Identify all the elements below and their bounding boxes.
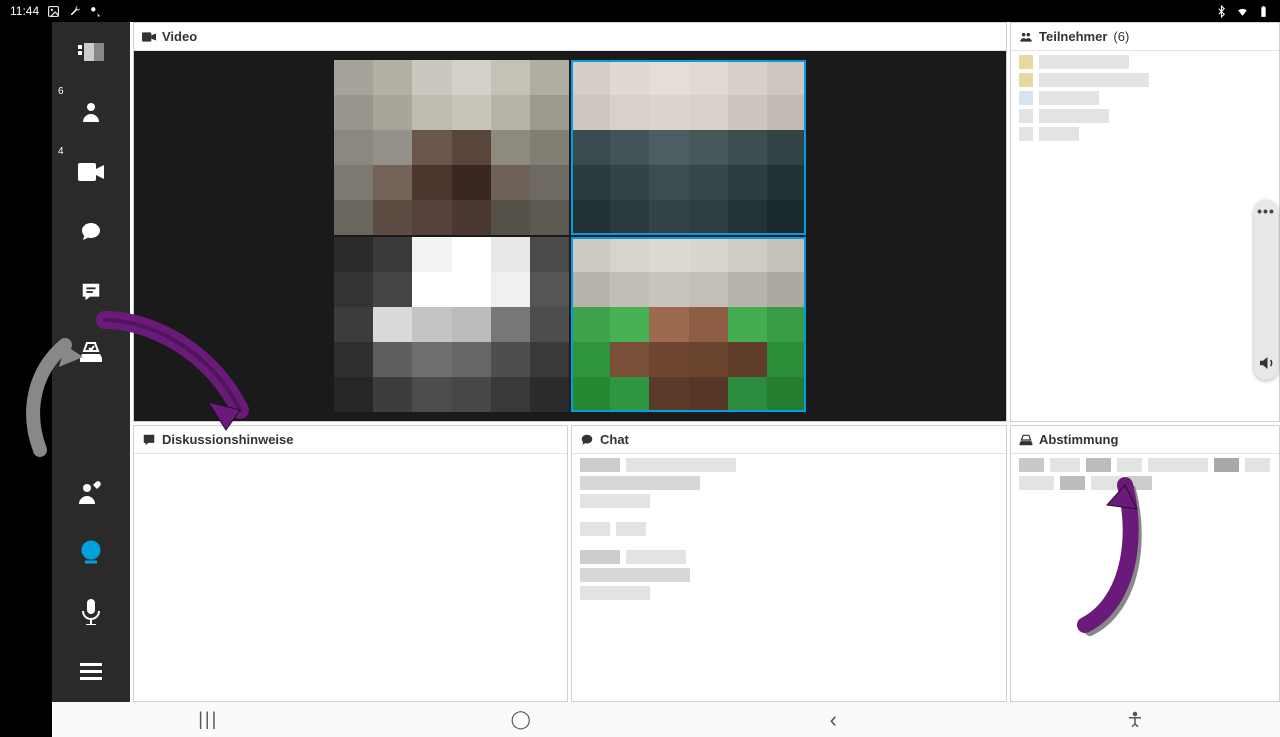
accessibility-icon[interactable] [1126,711,1144,729]
sidebar-item-camera[interactable] [52,522,130,582]
left-margin [0,22,52,737]
chat-panel-title: Chat [600,432,629,447]
video-tile[interactable] [334,60,569,235]
videos-badge: 4 [58,146,64,157]
discussion-panel: Diskussionshinweise [133,425,568,702]
chat-line [580,586,998,600]
sidebar-item-menu[interactable] [52,642,130,702]
participants-count: (6) [1113,29,1129,44]
sidebar-item-microphone[interactable] [52,582,130,642]
chat-panel: Chat [571,425,1007,702]
people-icon [1019,30,1033,44]
voting-panel-title: Abstimmung [1039,432,1118,447]
nav-recents[interactable]: ||| [188,709,228,730]
video-tile[interactable] [334,237,569,412]
video-tile[interactable] [571,60,806,235]
person-icon [79,100,103,124]
video-panel-title: Video [162,29,197,44]
android-nav-bar: ||| ◯ ‹ [52,702,1280,737]
sidebar-item-chat[interactable] [52,202,130,262]
sidebar-item-voting[interactable] [52,322,130,382]
video-grid [334,60,806,412]
notes-icon [142,433,156,447]
notes-icon [80,281,102,303]
layout-icon [78,42,104,62]
webcam-icon [78,539,104,565]
bluetooth-icon [1215,5,1228,18]
chat-line [580,476,998,490]
voting-row [1019,458,1271,472]
sidebar-item-participants[interactable]: 6 [52,82,130,142]
chat-line [580,522,998,536]
raise-hand-icon [78,480,104,504]
participants-panel-title: Teilnehmer [1039,29,1107,44]
discussion-panel-header: Diskussionshinweise [134,426,567,454]
voting-panel: Abstimmung [1010,425,1280,702]
chat-panel-header: Chat [572,426,1006,454]
participant-row[interactable] [1019,127,1271,141]
chat-bubble-icon [79,220,103,244]
participant-row[interactable] [1019,91,1271,105]
ballot-icon [79,340,103,364]
video-panel: Video [133,22,1007,422]
video-tile[interactable] [571,237,806,412]
sidebar-item-video[interactable]: 4 [52,142,130,202]
speaker-icon[interactable] [1257,354,1275,372]
sidebar: 6 4 [52,22,130,702]
discussion-panel-title: Diskussionshinweise [162,432,294,447]
more-icon[interactable]: ••• [1257,208,1275,214]
participant-row[interactable] [1019,73,1271,87]
participants-panel-header: Teilnehmer (6) [1011,23,1279,51]
participants-panel: Teilnehmer (6) [1010,22,1280,422]
video-icon [142,30,156,44]
chat-line [580,494,998,508]
microphone-icon [81,599,101,625]
participant-row[interactable] [1019,109,1271,123]
participant-row[interactable] [1019,55,1271,69]
voting-panel-header: Abstimmung [1011,426,1279,454]
sidebar-item-raise-hand[interactable] [52,462,130,522]
voting-row [1019,476,1271,490]
ballot-icon [1019,433,1033,447]
image-icon [47,5,60,18]
sidebar-item-notes[interactable] [52,262,130,322]
battery-icon [1257,5,1270,18]
video-icon [78,163,104,181]
sidebar-item-layout[interactable] [52,22,130,82]
android-status-bar: 11:44 [0,0,1280,22]
chat-icon [580,433,594,447]
chat-line [580,458,998,472]
wrench-icon [68,5,81,18]
participants-badge: 6 [58,86,64,97]
key-icon [89,5,102,18]
nav-home[interactable]: ◯ [501,709,541,730]
clock: 11:44 [10,4,39,18]
nav-back[interactable]: ‹ [813,707,853,733]
wifi-icon [1236,5,1249,18]
chat-line [580,568,998,582]
hamburger-icon [80,663,102,681]
chat-line [580,550,998,564]
video-panel-header: Video [134,23,1006,51]
scroll-handle[interactable]: ••• [1254,200,1278,380]
